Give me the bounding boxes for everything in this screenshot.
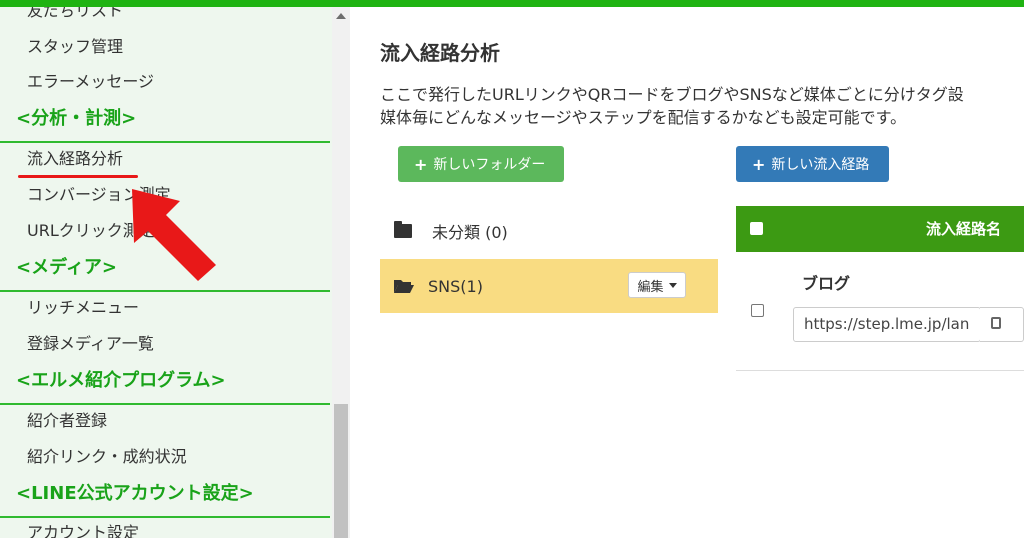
new-route-label: 新しい流入経路 (771, 157, 870, 173)
description-line: 媒体毎にどんなメッセージやステップを配信するかなども設定可能です。 (380, 108, 907, 127)
copy-icon (991, 317, 1001, 329)
plus-icon: + (414, 154, 428, 174)
divider (0, 403, 330, 405)
top-accent-bar (0, 0, 1024, 7)
page-title: 流入経路分析 (380, 41, 500, 65)
scrollbar-thumb[interactable] (334, 404, 348, 538)
sidebar-item-friends-list[interactable]: 友だちリスト (0, 7, 332, 21)
new-folder-button[interactable]: + 新しいフォルダー (398, 146, 564, 182)
scroll-up-icon[interactable] (336, 13, 346, 19)
sidebar-item-label: リッチメニュー (27, 298, 140, 317)
new-inflow-route-button[interactable]: + 新しい流入経路 (736, 146, 889, 182)
sidebar-heading-analytics: <分析・計測> (16, 108, 137, 129)
folder-open-icon (394, 280, 414, 293)
sidebar-item-account-settings[interactable]: アカウント設定 (0, 523, 332, 538)
route-title: ブログ (802, 274, 851, 293)
sidebar-item-referral-links[interactable]: 紹介リンク・成約状況 (0, 447, 332, 467)
row-checkbox[interactable] (751, 304, 764, 317)
plus-icon: + (752, 154, 766, 174)
sidebar-item-label: 紹介リンク・成約状況 (27, 447, 187, 466)
sidebar-item-label: 登録メディア一覧 (27, 334, 154, 353)
sidebar-heading-line-settings: <LINE公式アカウント設定> (16, 483, 254, 504)
sidebar-item-error-messages[interactable]: エラーメッセージ (0, 72, 332, 92)
folder-edit-button[interactable]: 編集 (628, 272, 686, 298)
sidebar-item-label: 流入経路分析 (27, 149, 124, 168)
sidebar-item-label: アカウント設定 (27, 523, 140, 538)
main-content: 流入経路分析 ここで発行したURLリンクやQRコードをブログやSNSなど媒体ごと… (350, 7, 1024, 538)
divider (0, 290, 330, 292)
divider (0, 516, 330, 518)
folder-icon (394, 221, 412, 238)
folder-item-unsorted[interactable]: 未分類 (0) (380, 205, 718, 257)
table-header: 流入経路名 (736, 206, 1024, 252)
annotation-underline (18, 175, 138, 178)
folder-label: SNS(1) (428, 276, 483, 296)
sidebar-item-inflow-analysis[interactable]: 流入経路分析 (0, 149, 332, 169)
sidebar-item-label: 友だちリスト (27, 7, 124, 20)
folder-label: 未分類 (0) (432, 223, 508, 242)
edit-label: 編集 (637, 279, 664, 295)
sidebar-item-staff[interactable]: スタッフ管理 (0, 37, 332, 57)
description-line: ここで発行したURLリンクやQRコードをブログやSNSなど媒体ごとに分けタグ設 (380, 85, 964, 104)
sidebar-item-media-list[interactable]: 登録メディア一覧 (0, 334, 332, 354)
sidebar-item-label: スタッフ管理 (27, 37, 124, 56)
sidebar-item-referrer-register[interactable]: 紹介者登録 (0, 411, 332, 431)
route-url-field[interactable]: https://step.lme.jp/lan (793, 307, 981, 342)
select-all-checkbox[interactable] (750, 222, 763, 235)
divider (0, 141, 330, 143)
sidebar: 友だちリスト スタッフ管理 エラーメッセージ <分析・計測> 流入経路分析 コン… (0, 7, 332, 538)
column-header-route-name: 流入経路名 (926, 220, 1002, 238)
sidebar-item-rich-menu[interactable]: リッチメニュー (0, 298, 332, 318)
folder-item-sns[interactable]: SNS(1) 編集 (380, 259, 718, 313)
sidebar-item-label: 紹介者登録 (27, 411, 108, 430)
sidebar-heading-referral: <エルメ紹介プログラム> (16, 370, 226, 391)
chevron-down-icon (668, 282, 677, 288)
sidebar-item-label: エラーメッセージ (27, 72, 155, 91)
divider (736, 370, 1024, 371)
page-description: ここで発行したURLリンクやQRコードをブログやSNSなど媒体ごとに分けタグ設 … (380, 83, 1024, 129)
annotation-arrow-icon (132, 189, 216, 281)
copy-url-button[interactable] (980, 307, 1024, 342)
new-folder-label: 新しいフォルダー (433, 157, 546, 173)
